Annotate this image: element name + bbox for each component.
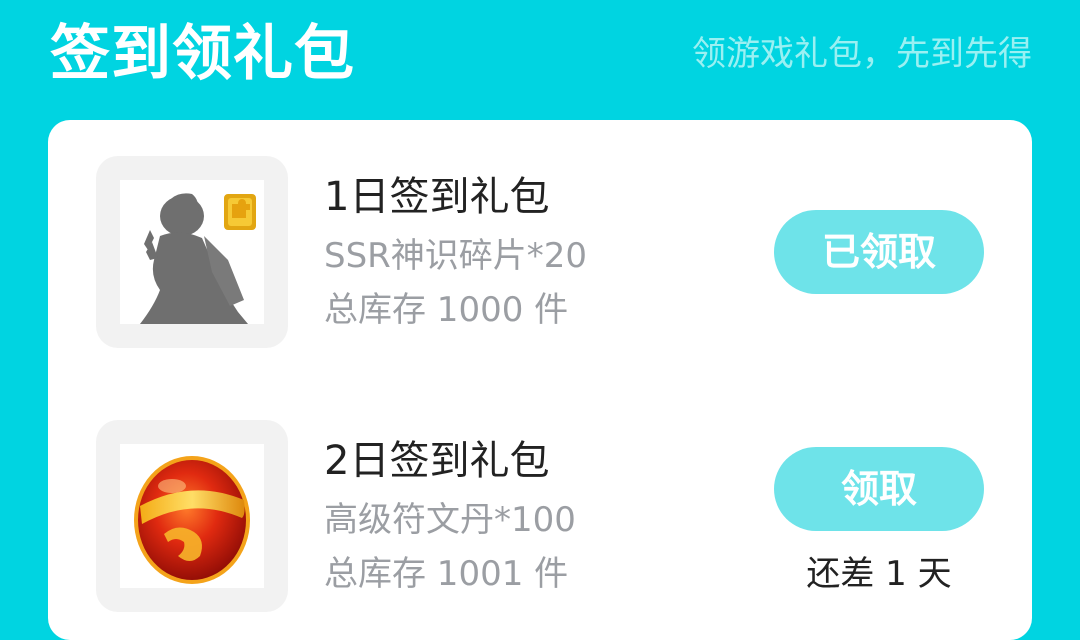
gift-stock: 总库存 1000 件 bbox=[324, 290, 569, 330]
gift-description: SSR神识碎片*20 bbox=[324, 236, 588, 276]
gift-title: 2日签到礼包 bbox=[324, 438, 550, 484]
page-title: 签到领礼包 bbox=[50, 19, 355, 89]
gift-thumbnail bbox=[96, 156, 288, 348]
claimed-button[interactable]: 已领取 bbox=[774, 210, 984, 294]
red-rune-pill-icon bbox=[134, 456, 250, 584]
gift-description: 高级符文丹*100 bbox=[324, 500, 576, 540]
gift-item-day-1: 1日签到礼包 SSR神识碎片*20 总库存 1000 件 已领取 bbox=[48, 120, 1032, 348]
claim-button[interactable]: 领取 bbox=[774, 447, 984, 531]
gift-stock: 总库存 1001 件 bbox=[324, 554, 569, 594]
page-subtitle: 领游戏礼包，先到先得 bbox=[692, 34, 1032, 74]
days-remaining-label: 还差 1 天 bbox=[806, 554, 952, 594]
gift-list-card: 1日签到礼包 SSR神识碎片*20 总库存 1000 件 已领取 2日签到礼包 … bbox=[48, 120, 1032, 640]
character-silhouette-icon bbox=[140, 193, 256, 324]
gift-item-day-2: 2日签到礼包 高级符文丹*100 总库存 1001 件 领取 还差 1 天 bbox=[48, 384, 1032, 612]
gift-thumbnail bbox=[96, 420, 288, 612]
gift-title: 1日签到礼包 bbox=[324, 174, 550, 220]
